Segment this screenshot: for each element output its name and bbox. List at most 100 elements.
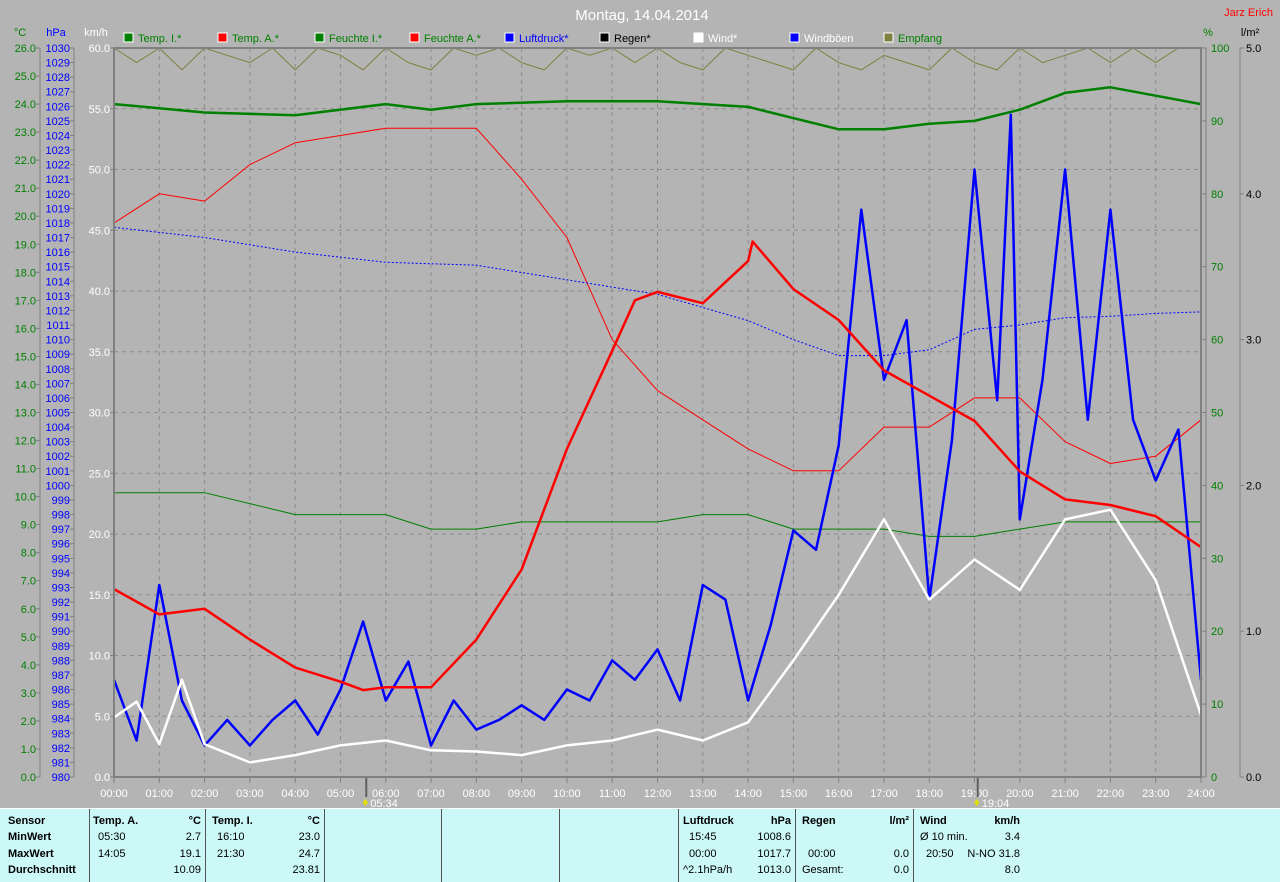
stats-empty-2	[442, 809, 560, 882]
pressure-max: 1017.7	[757, 848, 791, 860]
wind-avg: 8.0	[1004, 864, 1020, 876]
x-tick-label: 18:00	[915, 788, 943, 800]
avg-label: Durchschnitt	[8, 864, 76, 876]
temp-i-title: Temp. I.	[212, 815, 253, 827]
y-tick-label-hpa: 1000	[46, 480, 70, 492]
y-tick-label-kmh: 55.0	[89, 104, 110, 116]
pressure-min: 1008.6	[757, 831, 791, 843]
y-tick-label-hpa: 1014	[46, 276, 70, 288]
axis-unit-percent: %	[1203, 27, 1213, 39]
y-tick-label-percent: 90	[1211, 116, 1223, 128]
y-tick-label-hpa: 1009	[46, 349, 70, 361]
temp-a-min-time: 05:30	[98, 831, 126, 843]
y-tick-label-kmh: 30.0	[89, 408, 110, 420]
y-tick-label-hpa: 1013	[46, 291, 70, 303]
legend-swatch-6	[693, 32, 704, 43]
y-tick-label-hpa: 1024	[46, 130, 70, 142]
y-tick-label-kmh: 35.0	[89, 347, 110, 359]
y-tick-label-celsius: 17.0	[15, 295, 36, 307]
x-tick-label: 16:00	[825, 788, 853, 800]
legend-label: Luftdruck*	[519, 33, 569, 45]
y-tick-label-celsius: 8.0	[21, 548, 36, 560]
temp-i-max-time: 21:30	[217, 848, 245, 860]
x-tick-label: 09:00	[508, 788, 536, 800]
y-tick-label-celsius: 21.0	[15, 183, 36, 195]
y-tick-label-percent: 30	[1211, 553, 1223, 565]
chart-title: Montag, 14.04.2014	[575, 7, 708, 24]
stats-row-labels: Sensor MinWert MaxWert Durchschnitt	[0, 809, 90, 882]
y-tick-label-celsius: 16.0	[15, 323, 36, 335]
y-tick-label-hpa: 1001	[46, 466, 70, 478]
temp-i-min-time: 16:10	[217, 831, 245, 843]
x-tick-label: 13:00	[689, 788, 717, 800]
y-tick-label-hpa: 981	[52, 757, 70, 769]
statistics-panel: Sensor MinWert MaxWert Durchschnitt Temp…	[0, 808, 1280, 882]
y-tick-label-percent: 70	[1211, 262, 1223, 274]
y-tick-label-hpa: 1008	[46, 364, 70, 376]
y-tick-label-hpa: 1028	[46, 72, 70, 84]
y-tick-label-hpa: 1025	[46, 116, 70, 128]
y-tick-label-celsius: 13.0	[15, 408, 36, 420]
wind-max-time: 20:50	[926, 848, 954, 860]
y-tick-label-celsius: 26.0	[15, 43, 36, 55]
y-tick-label-percent: 20	[1211, 626, 1223, 638]
legend: Temp. I.* Temp. A.* Feuchte I.* Feuchte A.*…	[123, 32, 942, 45]
axis-unit-kmh: km/h	[84, 27, 108, 39]
weather-chart: Montag, 14.04.2014 Jarz Erich Temp. I.* T…	[14, 7, 1273, 808]
legend-label: Temp. I.*	[138, 33, 182, 45]
legend-swatch-3	[409, 32, 420, 43]
y-tick-label-hpa: 983	[52, 728, 70, 740]
pressure-trend: ^2.1hPa/h	[683, 864, 733, 876]
x-tick-label: 10:00	[553, 788, 581, 800]
y-tick-label-hpa: 989	[52, 641, 70, 653]
y-tick-label-hpa: 1010	[46, 335, 70, 347]
y-tick-label-hpa: 1019	[46, 203, 70, 215]
y-tick-label-celsius: 24.0	[15, 99, 36, 111]
x-tick-label: 11:00	[599, 788, 626, 800]
y-tick-label-percent: 60	[1211, 335, 1223, 347]
y-tick-label-rain: 5.0	[1246, 43, 1261, 55]
y-tick-label-hpa: 1020	[46, 189, 70, 201]
y-tick-label-hpa: 1004	[46, 422, 70, 434]
y-tick-label-hpa: 987	[52, 670, 70, 682]
y-tick-label-celsius: 2.0	[21, 716, 36, 728]
y-tick-label-hpa: 1002	[46, 451, 70, 463]
sunrise-icon: ♦	[362, 795, 368, 808]
temp-a-title: Temp. A.	[93, 815, 139, 827]
legend-swatch-7	[789, 32, 800, 43]
y-tick-label-percent: 40	[1211, 480, 1223, 492]
x-tick-label: 08:00	[463, 788, 491, 800]
stats-temp-a: Temp. A. °C 05:30 2.7 14:05 19.1 10.09	[89, 809, 206, 882]
max-label: MaxWert	[8, 848, 54, 860]
stats-empty-3	[560, 809, 679, 882]
x-tick-label: 21:00	[1051, 788, 1079, 800]
x-tick-label: 20:00	[1006, 788, 1034, 800]
legend-label: Temp. A.*	[232, 33, 280, 45]
y-tick-label-celsius: 9.0	[21, 520, 36, 532]
y-tick-label-rain: 3.0	[1246, 335, 1261, 347]
y-tick-label-celsius: 1.0	[21, 744, 36, 756]
y-tick-label-celsius: 0.0	[21, 772, 36, 784]
legend-label: Windböen	[804, 33, 854, 45]
x-tick-label: 12:00	[644, 788, 672, 800]
y-tick-label-hpa: 995	[52, 553, 70, 565]
y-tick-label-hpa: 997	[52, 524, 70, 536]
temp-a-unit: °C	[188, 815, 201, 827]
y-tick-label-hpa: 1030	[46, 43, 70, 55]
wind-title: Wind	[920, 815, 947, 827]
sensor-label: Sensor	[8, 815, 46, 827]
y-tick-label-hpa: 1005	[46, 408, 70, 420]
y-tick-label-celsius: 22.0	[15, 155, 36, 167]
axis-unit-hpa: hPa	[46, 27, 66, 39]
y-tick-label-celsius: 6.0	[21, 604, 36, 616]
y-tick-label-percent: 0	[1211, 772, 1217, 784]
y-tick-label-kmh: 45.0	[89, 225, 110, 237]
y-tick-label-hpa: 1017	[46, 233, 70, 245]
temp-a-avg: 10.09	[173, 864, 201, 876]
y-tick-label-hpa: 986	[52, 685, 70, 697]
y-tick-label-celsius: 12.0	[15, 436, 36, 448]
y-tick-label-hpa: 1015	[46, 262, 70, 274]
y-tick-label-hpa: 991	[52, 612, 70, 624]
temp-i-unit: °C	[307, 815, 320, 827]
temp-a-max: 19.1	[179, 848, 201, 860]
